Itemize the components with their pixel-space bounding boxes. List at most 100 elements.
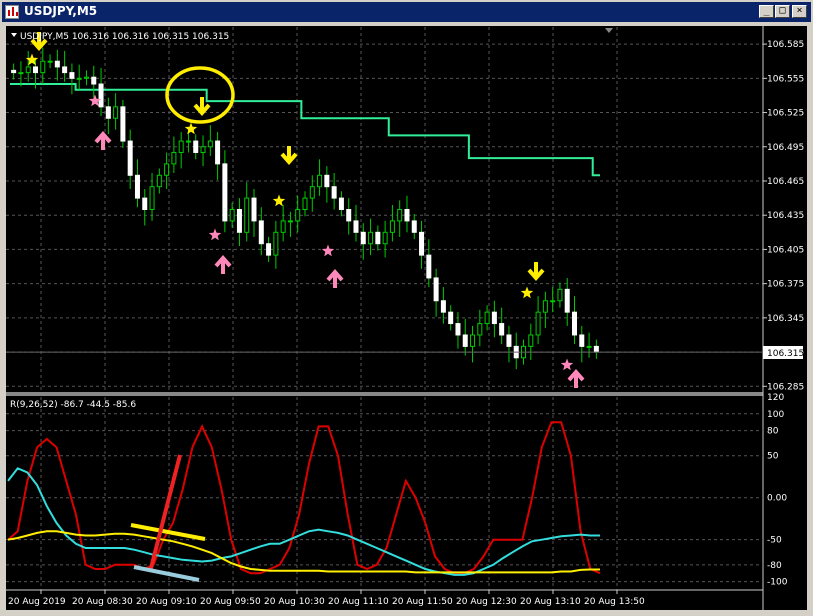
- candle-body: [142, 197, 148, 210]
- candle-body: [266, 243, 272, 256]
- candle-body: [564, 288, 570, 313]
- level-label: -50: [767, 536, 782, 546]
- time-label: 20 Aug 09:50: [200, 597, 261, 607]
- candle-body: [156, 174, 162, 188]
- candle-body: [535, 311, 541, 336]
- time-label: 20 Aug 11:50: [392, 597, 453, 607]
- candle-body: [593, 345, 599, 353]
- candle-body: [280, 220, 286, 233]
- candle-body: [331, 186, 337, 199]
- candle-body: [149, 186, 155, 210]
- candle-body: [470, 334, 476, 347]
- candle-body: [229, 209, 235, 222]
- candle-body: [207, 140, 213, 148]
- price-label: 106.375: [767, 280, 804, 290]
- panel-separator[interactable]: [6, 392, 763, 396]
- candle-body: [353, 220, 359, 233]
- price-label: 106.555: [767, 74, 804, 84]
- candle-body: [98, 83, 104, 108]
- level-label: -100: [767, 578, 788, 588]
- candle-body: [127, 140, 133, 176]
- price-label: 106.285: [767, 382, 804, 392]
- time-label: 20 Aug 13:10: [520, 597, 581, 607]
- candle-body: [528, 334, 534, 347]
- time-label: 20 Aug 12:30: [456, 597, 517, 607]
- candle-body: [448, 311, 454, 325]
- candle-body: [542, 300, 548, 313]
- candle-body: [586, 345, 592, 348]
- price-label: 106.345: [767, 314, 804, 324]
- level-label: 0.00: [767, 494, 787, 504]
- candle-body: [287, 220, 293, 223]
- candle-body: [324, 174, 330, 188]
- time-label: 20 Aug 10:30: [264, 597, 325, 607]
- candle-body: [178, 140, 184, 153]
- candle-body: [25, 66, 31, 74]
- candle-body: [185, 140, 191, 143]
- candle-body: [491, 311, 497, 325]
- level-label: 50: [767, 452, 779, 462]
- level-label: -80: [767, 561, 782, 571]
- candle-body: [375, 231, 381, 245]
- candle-body: [462, 334, 468, 347]
- price-label: 106.495: [767, 143, 804, 153]
- candle-body: [193, 140, 199, 153]
- candle-body: [397, 209, 403, 222]
- price-label: 106.405: [767, 245, 804, 255]
- candle-body: [113, 106, 119, 119]
- time-label: 20 Aug 09:10: [136, 597, 197, 607]
- candle-body: [120, 106, 126, 142]
- time-label: 20 Aug 13:50: [584, 597, 645, 607]
- candle-body: [69, 72, 75, 79]
- candle-body: [360, 231, 366, 245]
- candle-body: [506, 334, 512, 347]
- candle-body: [171, 151, 177, 165]
- candle-body: [382, 231, 388, 245]
- candle-body: [346, 209, 352, 222]
- candle-body: [215, 140, 221, 165]
- level-label: 100: [767, 410, 784, 420]
- candle-body: [83, 76, 89, 79]
- main-panel-header: USDJPY,M5 106.316 106.316 106.315 106.31…: [20, 32, 229, 42]
- sub-panel-header: R(9,26,52) -86.7 -44.5 -85.6: [10, 400, 136, 410]
- candle-body: [309, 186, 315, 199]
- candle-body: [411, 220, 417, 233]
- price-label: 106.525: [767, 109, 804, 119]
- level-label: 120: [767, 393, 784, 403]
- candle-body: [572, 311, 578, 336]
- candle-body: [302, 197, 308, 210]
- time-label: 20 Aug 11:10: [328, 597, 389, 607]
- candle-body: [338, 197, 344, 210]
- candle-body: [295, 209, 301, 222]
- candle-body: [200, 146, 206, 153]
- candle-body: [236, 209, 242, 233]
- candle-body: [557, 288, 563, 302]
- price-label: 106.435: [767, 211, 804, 221]
- candle-body: [484, 311, 490, 325]
- candle-body: [389, 220, 395, 233]
- candle-body: [368, 231, 374, 245]
- current-price-label: 106.315: [767, 349, 804, 359]
- price-label: 106.585: [767, 40, 804, 50]
- candle-body: [579, 334, 585, 347]
- candle-body: [251, 197, 257, 222]
- candle-body: [105, 106, 111, 119]
- candle-body: [76, 77, 82, 80]
- candle-body: [32, 66, 38, 74]
- level-label: 80: [767, 427, 779, 437]
- price-label: 106.465: [767, 177, 804, 187]
- candle-body: [404, 209, 410, 222]
- time-label: 20 Aug 08:30: [72, 597, 133, 607]
- candle-body: [433, 277, 439, 302]
- candle-body: [47, 60, 53, 63]
- chart-canvas[interactable]: USDJPY,M5 106.316 106.316 106.315 106.31…: [0, 0, 813, 616]
- terminal-window: USDJPY,M5 _ □ × USDJPY,M5 106.316 106.31…: [0, 0, 813, 616]
- candle-body: [11, 69, 17, 74]
- candle-body: [273, 231, 279, 256]
- candle-body: [244, 197, 250, 233]
- candle-body: [134, 174, 140, 199]
- candle-body: [317, 174, 323, 188]
- candle-body: [258, 220, 264, 245]
- candle-body: [499, 323, 505, 336]
- candle-body: [477, 323, 483, 336]
